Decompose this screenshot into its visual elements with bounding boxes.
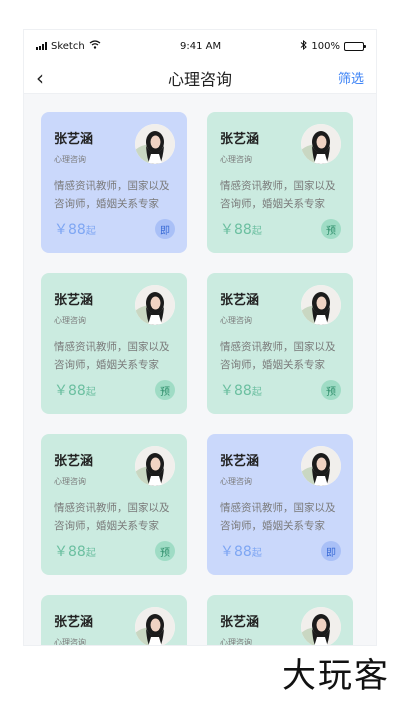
page-title: 心理咨询 bbox=[167, 69, 232, 89]
price-suffix: 起 bbox=[251, 387, 262, 398]
watermark-logo: 大玩客 bbox=[282, 656, 390, 696]
carrier-label: Sketch bbox=[51, 40, 85, 52]
counselor-card[interactable]: 张艺涵 心理咨询 情感资讯教师，国家以及咨询师，婚姻关系专家 ￥88起 预 bbox=[41, 434, 187, 575]
price-suffix: 起 bbox=[251, 226, 262, 237]
status-bar: Sketch 9:41 AM 100% bbox=[24, 30, 376, 62]
booking-type-badge[interactable]: 预 bbox=[155, 541, 175, 561]
price: ￥88起 bbox=[220, 219, 262, 239]
counselor-description: 情感资讯教师，国家以及咨询师，婚姻关系专家 bbox=[220, 180, 336, 210]
price-suffix: 起 bbox=[85, 226, 96, 237]
bluetooth-icon bbox=[300, 39, 308, 53]
price-value: ￥88 bbox=[220, 544, 252, 560]
price-value: ￥88 bbox=[220, 383, 252, 399]
counselor-grid: 张艺涵 心理咨询 情感资讯教师，国家以及咨询师，婚姻关系专家 ￥88起 即 张艺… bbox=[24, 94, 376, 645]
phone-screen: Sketch 9:41 AM 100% ‹ 心理咨询 筛选 张艺涵 心理咨询 情… bbox=[24, 30, 376, 645]
counselor-card[interactable]: 张艺涵 心理咨询 情感资讯教师，国家以及咨询师，婚姻关系专家 ￥88起 即 bbox=[207, 434, 353, 575]
price: ￥88起 bbox=[220, 541, 262, 561]
wifi-icon bbox=[89, 40, 101, 52]
navigation-bar: ‹ 心理咨询 筛选 bbox=[24, 62, 376, 94]
counselor-card[interactable]: 张艺涵 心理咨询 bbox=[207, 595, 353, 645]
battery-icon bbox=[344, 41, 366, 51]
price-value: ￥88 bbox=[54, 222, 86, 238]
avatar[interactable] bbox=[135, 446, 175, 486]
counselor-card[interactable]: 张艺涵 心理咨询 情感资讯教师，国家以及咨询师，婚姻关系专家 ￥88起 预 bbox=[41, 273, 187, 414]
avatar[interactable] bbox=[301, 124, 341, 164]
counselor-card[interactable]: 张艺涵 心理咨询 情感资讯教师，国家以及咨询师，婚姻关系专家 ￥88起 预 bbox=[207, 112, 353, 253]
booking-type-badge[interactable]: 即 bbox=[321, 541, 341, 561]
avatar[interactable] bbox=[301, 446, 341, 486]
price-value: ￥88 bbox=[220, 222, 252, 238]
counselor-card[interactable]: 张艺涵 心理咨询 情感资讯教师，国家以及咨询师，婚姻关系专家 ￥88起 即 bbox=[41, 112, 187, 253]
price: ￥88起 bbox=[54, 219, 96, 239]
counselor-description: 情感资讯教师，国家以及咨询师，婚姻关系专家 bbox=[220, 341, 336, 371]
battery-percent: 100% bbox=[311, 40, 340, 52]
counselor-description: 情感资讯教师，国家以及咨询师，婚姻关系专家 bbox=[54, 341, 170, 371]
signal-icon bbox=[36, 42, 47, 50]
price-suffix: 起 bbox=[85, 548, 96, 559]
price-value: ￥88 bbox=[54, 383, 86, 399]
avatar[interactable] bbox=[135, 124, 175, 164]
filter-button[interactable]: 筛选 bbox=[324, 68, 364, 87]
counselor-description: 情感资讯教师，国家以及咨询师，婚姻关系专家 bbox=[220, 502, 336, 532]
price-suffix: 起 bbox=[85, 387, 96, 398]
avatar[interactable] bbox=[135, 285, 175, 325]
price: ￥88起 bbox=[54, 541, 96, 561]
status-time: 9:41 AM bbox=[180, 40, 222, 52]
booking-type-badge[interactable]: 预 bbox=[321, 380, 341, 400]
price-value: ￥88 bbox=[54, 544, 86, 560]
price-suffix: 起 bbox=[251, 548, 262, 559]
avatar[interactable] bbox=[301, 607, 341, 645]
price: ￥88起 bbox=[220, 380, 262, 400]
booking-type-badge[interactable]: 预 bbox=[155, 380, 175, 400]
counselor-card[interactable]: 张艺涵 心理咨询 bbox=[41, 595, 187, 645]
avatar[interactable] bbox=[135, 607, 175, 645]
back-icon[interactable]: ‹ bbox=[36, 68, 76, 88]
booking-type-badge[interactable]: 预 bbox=[321, 219, 341, 239]
booking-type-badge[interactable]: 即 bbox=[155, 219, 175, 239]
price: ￥88起 bbox=[54, 380, 96, 400]
avatar[interactable] bbox=[301, 285, 341, 325]
counselor-description: 情感资讯教师，国家以及咨询师，婚姻关系专家 bbox=[54, 502, 170, 532]
counselor-card[interactable]: 张艺涵 心理咨询 情感资讯教师，国家以及咨询师，婚姻关系专家 ￥88起 预 bbox=[207, 273, 353, 414]
counselor-description: 情感资讯教师，国家以及咨询师，婚姻关系专家 bbox=[54, 180, 170, 210]
